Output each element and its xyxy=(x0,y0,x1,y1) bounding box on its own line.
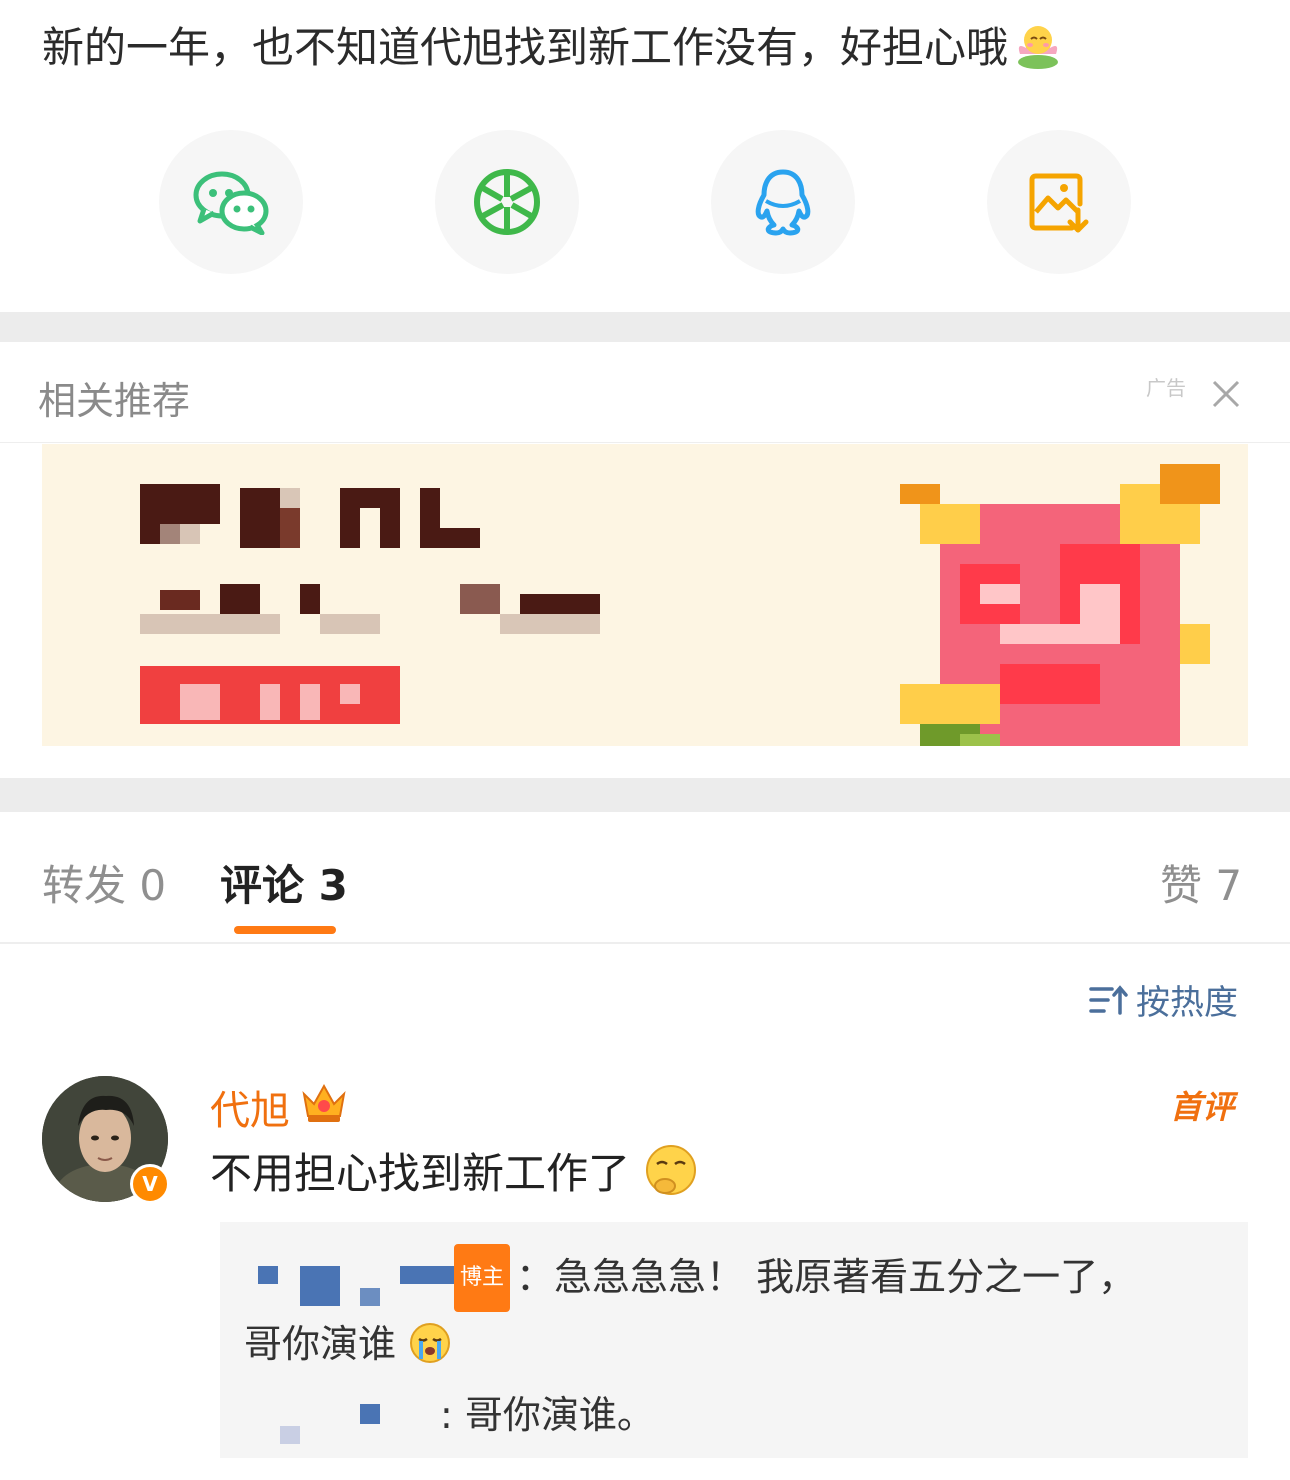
reply-2: : 哥你演谁。 xyxy=(440,1393,655,1437)
first-comment-badge: 首评 xyxy=(1170,1088,1235,1126)
recommend-title: 相关推荐 xyxy=(38,379,191,423)
post-text: 新的一年，也不知道代旭找到新工作没有，好担心哦 xyxy=(42,14,1064,82)
share-wechat-button[interactable] xyxy=(159,130,303,274)
qq-icon xyxy=(755,169,811,236)
separator xyxy=(0,442,1290,443)
wechat-icon xyxy=(193,171,269,235)
reply-1-line2: 哥你演谁 xyxy=(244,1322,397,1366)
recommend-ad-banner[interactable] xyxy=(42,444,1248,746)
share-qq-button[interactable] xyxy=(711,130,855,274)
lotus-blush-emoji-icon xyxy=(1018,26,1059,69)
share-moments-button[interactable] xyxy=(435,130,579,274)
tab-comments[interactable]: 评论 3 xyxy=(220,852,348,913)
save-image-button[interactable] xyxy=(987,130,1131,274)
comment-text: 不用担心找到新工作了 xyxy=(210,1140,699,1201)
save-image-icon xyxy=(1029,173,1089,233)
sort-icon xyxy=(1089,984,1128,1015)
tab-repost[interactable]: 转发 0 xyxy=(42,852,166,913)
moments-icon xyxy=(474,169,540,235)
close-icon[interactable] xyxy=(1208,376,1244,412)
reply-1: 博主 ：急急急急！ 我原著看五分之一了， 哥你演谁 xyxy=(244,1244,1234,1376)
verified-badge-icon: V xyxy=(130,1164,170,1204)
active-tab-indicator xyxy=(234,926,336,934)
crown-icon xyxy=(302,1083,346,1122)
post-text-content: 新的一年，也不知道代旭找到新工作没有，好担心哦 xyxy=(42,23,1009,72)
comment-text-content: 不用担心找到新工作了 xyxy=(210,1149,631,1198)
comment-username[interactable]: 代旭 xyxy=(210,1078,290,1136)
pixelated-username xyxy=(280,1426,300,1444)
ad-label: 广告 xyxy=(1146,376,1186,400)
pixelated-username xyxy=(360,1404,380,1424)
pixelated-banner-image xyxy=(140,464,1220,746)
section-divider xyxy=(0,778,1290,812)
thinking-emoji-icon xyxy=(646,1145,697,1195)
sort-label: 按热度 xyxy=(1136,983,1238,1023)
crying-emoji-icon xyxy=(410,1323,451,1363)
reply-1-text: ：急急急急！ 我原著看五分之一了， xyxy=(516,1255,1137,1299)
host-badge: 博主 xyxy=(454,1244,511,1312)
sort-button[interactable]: 按热度 xyxy=(1088,975,1238,1024)
separator xyxy=(0,942,1290,944)
tab-likes[interactable]: 赞 7 xyxy=(1160,852,1242,913)
section-divider xyxy=(0,312,1290,342)
